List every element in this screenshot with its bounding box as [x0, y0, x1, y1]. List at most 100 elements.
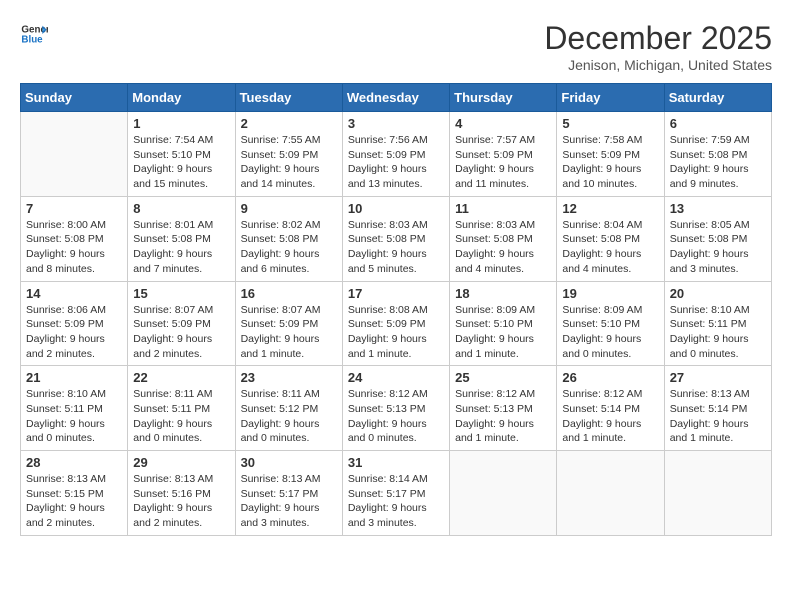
calendar-day-cell [664, 451, 771, 536]
day-info: Sunrise: 8:13 AMSunset: 5:15 PMDaylight:… [26, 472, 122, 531]
day-number: 24 [348, 370, 444, 385]
day-number: 27 [670, 370, 766, 385]
page-header: General Blue December 2025 Jenison, Mich… [20, 20, 772, 73]
day-info: Sunrise: 7:57 AMSunset: 5:09 PMDaylight:… [455, 133, 551, 192]
day-number: 19 [562, 286, 658, 301]
calendar-day-cell: 6 Sunrise: 7:59 AMSunset: 5:08 PMDaylight… [664, 112, 771, 197]
calendar-day-cell: 24 Sunrise: 8:12 AMSunset: 5:13 PMDayligh… [342, 366, 449, 451]
calendar: SundayMondayTuesdayWednesdayThursdayFrid… [20, 83, 772, 536]
day-info: Sunrise: 8:12 AMSunset: 5:13 PMDaylight:… [348, 387, 444, 446]
day-number: 13 [670, 201, 766, 216]
day-info: Sunrise: 8:03 AMSunset: 5:08 PMDaylight:… [348, 218, 444, 277]
day-info: Sunrise: 8:12 AMSunset: 5:14 PMDaylight:… [562, 387, 658, 446]
calendar-week-row: 1Sunrise: 7:54 AMSunset: 5:10 PMDaylight… [21, 112, 772, 197]
calendar-day-cell: 13 Sunrise: 8:05 AMSunset: 5:08 PMDayligh… [664, 196, 771, 281]
day-of-week-header: Thursday [450, 84, 557, 112]
calendar-day-cell: 15 Sunrise: 8:07 AMSunset: 5:09 PMDayligh… [128, 281, 235, 366]
day-number: 22 [133, 370, 229, 385]
calendar-day-cell: 2Sunrise: 7:55 AMSunset: 5:09 PMDaylight… [235, 112, 342, 197]
day-info: Sunrise: 8:13 AMSunset: 5:16 PMDaylight:… [133, 472, 229, 531]
calendar-day-cell [21, 112, 128, 197]
subtitle: Jenison, Michigan, United States [544, 57, 772, 73]
day-number: 9 [241, 201, 337, 216]
calendar-day-cell: 19 Sunrise: 8:09 AMSunset: 5:10 PMDayligh… [557, 281, 664, 366]
day-info: Sunrise: 8:09 AMSunset: 5:10 PMDaylight:… [455, 303, 551, 362]
day-number: 31 [348, 455, 444, 470]
day-info: Sunrise: 8:02 AMSunset: 5:08 PMDaylight:… [241, 218, 337, 277]
calendar-day-cell [557, 451, 664, 536]
calendar-day-cell: 22Sunrise: 8:11 AMSunset: 5:11 PMDayligh… [128, 366, 235, 451]
day-of-week-header: Wednesday [342, 84, 449, 112]
calendar-week-row: 21 Sunrise: 8:10 AMSunset: 5:11 PMDayligh… [21, 366, 772, 451]
calendar-day-cell: 17 Sunrise: 8:08 AMSunset: 5:09 PMDayligh… [342, 281, 449, 366]
day-number: 18 [455, 286, 551, 301]
day-info: Sunrise: 8:13 AMSunset: 5:14 PMDaylight:… [670, 387, 766, 446]
day-info: Sunrise: 8:13 AMSunset: 5:17 PMDaylight:… [241, 472, 337, 531]
day-info: Sunrise: 8:03 AMSunset: 5:08 PMDaylight:… [455, 218, 551, 277]
day-number: 26 [562, 370, 658, 385]
calendar-week-row: 14Sunrise: 8:06 AMSunset: 5:09 PMDayligh… [21, 281, 772, 366]
day-number: 16 [241, 286, 337, 301]
day-info: Sunrise: 8:14 AMSunset: 5:17 PMDaylight:… [348, 472, 444, 531]
day-number: 28 [26, 455, 122, 470]
calendar-day-cell: 5 Sunrise: 7:58 AMSunset: 5:09 PMDaylight… [557, 112, 664, 197]
calendar-day-cell: 10 Sunrise: 8:03 AMSunset: 5:08 PMDayligh… [342, 196, 449, 281]
calendar-day-cell: 28 Sunrise: 8:13 AMSunset: 5:15 PMDayligh… [21, 451, 128, 536]
logo-icon: General Blue [20, 20, 48, 48]
day-number: 8 [133, 201, 229, 216]
calendar-week-row: 7 Sunrise: 8:00 AMSunset: 5:08 PMDaylight… [21, 196, 772, 281]
day-number: 30 [241, 455, 337, 470]
calendar-day-cell: 25 Sunrise: 8:12 AMSunset: 5:13 PMDayligh… [450, 366, 557, 451]
day-info: Sunrise: 8:09 AMSunset: 5:10 PMDaylight:… [562, 303, 658, 362]
day-number: 15 [133, 286, 229, 301]
day-info: Sunrise: 8:07 AMSunset: 5:09 PMDaylight:… [133, 303, 229, 362]
day-number: 12 [562, 201, 658, 216]
calendar-day-cell: 23Sunrise: 8:11 AMSunset: 5:12 PMDayligh… [235, 366, 342, 451]
day-number: 6 [670, 116, 766, 131]
day-number: 25 [455, 370, 551, 385]
day-info: Sunrise: 8:07 AMSunset: 5:09 PMDaylight:… [241, 303, 337, 362]
day-number: 3 [348, 116, 444, 131]
calendar-day-cell: 12 Sunrise: 8:04 AMSunset: 5:08 PMDayligh… [557, 196, 664, 281]
calendar-day-cell: 29Sunrise: 8:13 AMSunset: 5:16 PMDayligh… [128, 451, 235, 536]
calendar-day-cell: 3 Sunrise: 7:56 AMSunset: 5:09 PMDaylight… [342, 112, 449, 197]
day-number: 21 [26, 370, 122, 385]
calendar-day-cell: 8 Sunrise: 8:01 AMSunset: 5:08 PMDaylight… [128, 196, 235, 281]
day-info: Sunrise: 7:59 AMSunset: 5:08 PMDaylight:… [670, 133, 766, 192]
day-info: Sunrise: 8:10 AMSunset: 5:11 PMDaylight:… [26, 387, 122, 446]
calendar-day-cell: 4 Sunrise: 7:57 AMSunset: 5:09 PMDaylight… [450, 112, 557, 197]
day-info: Sunrise: 8:01 AMSunset: 5:08 PMDaylight:… [133, 218, 229, 277]
day-info: Sunrise: 8:00 AMSunset: 5:08 PMDaylight:… [26, 218, 122, 277]
calendar-day-cell: 1Sunrise: 7:54 AMSunset: 5:10 PMDaylight… [128, 112, 235, 197]
day-number: 5 [562, 116, 658, 131]
day-info: Sunrise: 7:58 AMSunset: 5:09 PMDaylight:… [562, 133, 658, 192]
calendar-week-row: 28 Sunrise: 8:13 AMSunset: 5:15 PMDayligh… [21, 451, 772, 536]
day-info: Sunrise: 7:56 AMSunset: 5:09 PMDaylight:… [348, 133, 444, 192]
day-of-week-header: Tuesday [235, 84, 342, 112]
calendar-day-cell: 30 Sunrise: 8:13 AMSunset: 5:17 PMDayligh… [235, 451, 342, 536]
day-of-week-header: Friday [557, 84, 664, 112]
calendar-day-cell: 16 Sunrise: 8:07 AMSunset: 5:09 PMDayligh… [235, 281, 342, 366]
logo: General Blue [20, 20, 48, 48]
day-of-week-header: Saturday [664, 84, 771, 112]
day-info: Sunrise: 8:12 AMSunset: 5:13 PMDaylight:… [455, 387, 551, 446]
day-number: 4 [455, 116, 551, 131]
day-info: Sunrise: 8:08 AMSunset: 5:09 PMDaylight:… [348, 303, 444, 362]
day-info: Sunrise: 8:10 AMSunset: 5:11 PMDaylight:… [670, 303, 766, 362]
day-info: Sunrise: 8:05 AMSunset: 5:08 PMDaylight:… [670, 218, 766, 277]
calendar-day-cell: 20Sunrise: 8:10 AMSunset: 5:11 PMDayligh… [664, 281, 771, 366]
day-info: Sunrise: 8:04 AMSunset: 5:08 PMDaylight:… [562, 218, 658, 277]
calendar-day-cell [450, 451, 557, 536]
title-block: December 2025 Jenison, Michigan, United … [544, 20, 772, 73]
calendar-day-cell: 9 Sunrise: 8:02 AMSunset: 5:08 PMDaylight… [235, 196, 342, 281]
calendar-day-cell: 26 Sunrise: 8:12 AMSunset: 5:14 PMDayligh… [557, 366, 664, 451]
calendar-header-row: SundayMondayTuesdayWednesdayThursdayFrid… [21, 84, 772, 112]
day-info: Sunrise: 8:06 AMSunset: 5:09 PMDaylight:… [26, 303, 122, 362]
calendar-day-cell: 31 Sunrise: 8:14 AMSunset: 5:17 PMDayligh… [342, 451, 449, 536]
day-number: 17 [348, 286, 444, 301]
day-info: Sunrise: 7:55 AMSunset: 5:09 PMDaylight:… [241, 133, 337, 192]
calendar-day-cell: 27 Sunrise: 8:13 AMSunset: 5:14 PMDayligh… [664, 366, 771, 451]
day-number: 10 [348, 201, 444, 216]
day-number: 7 [26, 201, 122, 216]
calendar-day-cell: 18 Sunrise: 8:09 AMSunset: 5:10 PMDayligh… [450, 281, 557, 366]
